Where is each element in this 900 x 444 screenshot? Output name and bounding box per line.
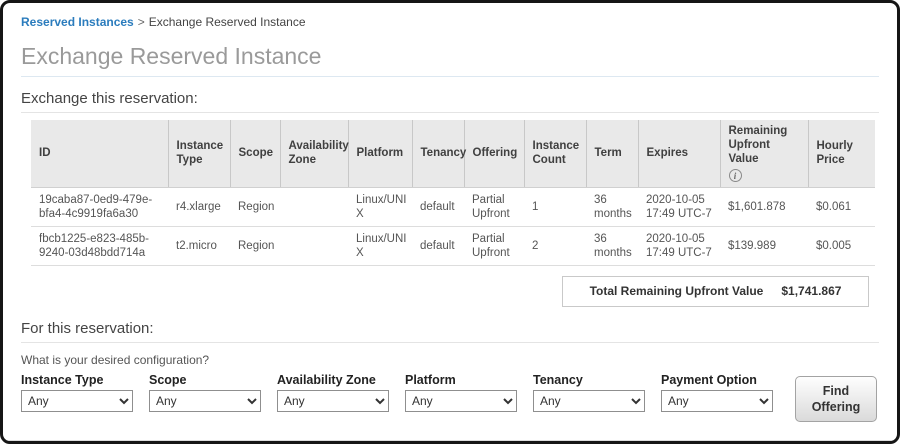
cell-instance-type: r4.xlarge [168,187,230,227]
column-header-remaining-upfront-value-label: Remaining Upfront Value [728,125,788,165]
table-row: fbcb1225-e823-485b-9240-03d48bdd714a t2.… [31,226,875,266]
table-header-row: ID Instance Type Scope Availability Zone… [31,120,875,188]
column-header-platform: Platform [347,120,412,188]
cell-hourly-price: $0.005 [808,226,875,266]
cell-tenancy: default [412,226,464,266]
cell-availability-zone [280,187,348,227]
cell-term: 36 months [586,187,638,227]
cell-expires: 2020-10-05 17:49 UTC-7 [638,226,720,266]
column-header-instance-type: Instance Type [167,120,230,188]
find-offering-button[interactable]: Find Offering [795,375,877,422]
cell-term: 36 months [586,226,638,266]
total-remaining-upfront-label: Total Remaining Upfront Value [589,284,764,298]
column-header-scope: Scope [229,120,280,188]
cell-hourly-price: $0.061 [808,187,875,227]
cell-instance-count: 2 [524,226,586,266]
configuration-form: Instance Type Any Scope Any Availability… [21,373,879,422]
breadcrumb-link-reserved-instances[interactable]: Reserved Instances [21,15,134,29]
payment-option-select[interactable]: Any [661,389,773,412]
total-remaining-upfront-value: $1,741.867 [781,284,842,298]
column-header-expires: Expires [637,120,720,188]
field-platform: Platform Any [405,373,533,412]
cell-id: fbcb1225-e823-485b-9240-03d48bdd714a [31,226,168,266]
exchange-section-heading: Exchange this reservation: [21,90,879,113]
breadcrumb-separator: > [137,15,145,29]
field-availability-zone: Availability Zone Any [277,373,405,412]
column-header-offering: Offering [463,120,524,188]
cell-offering: Partial Upfront [464,187,524,227]
reservation-section-heading: For this reservation: [21,320,879,343]
cell-instance-count: 1 [524,187,586,227]
info-icon[interactable]: i [728,169,742,182]
table-row: 19caba87-0ed9-479e-bfa4-4c9919fa6a30 r4.… [31,187,875,227]
cell-offering: Partial Upfront [464,226,524,266]
total-remaining-upfront-box: Total Remaining Upfront Value $1,741.867 [562,275,869,307]
platform-label: Platform [405,372,456,387]
field-tenancy: Tenancy Any [533,373,661,412]
desired-configuration-question: What is your desired configuration? [21,352,210,367]
column-header-id: ID [31,120,168,188]
cell-scope: Region [230,187,280,227]
cell-instance-type: t2.micro [168,226,230,266]
field-instance-type: Instance Type Any [21,373,149,412]
cell-tenancy: default [412,187,464,227]
breadcrumb: Reserved Instances > Exchange Reserved Ins… [21,15,879,30]
breadcrumb-current: Exchange Reserved Instance [148,15,306,29]
tenancy-select[interactable]: Any [533,389,645,412]
window: Reserved Instances > Exchange Reserved Ins… [0,0,900,444]
tenancy-label: Tenancy [533,372,583,387]
reservation-table: ID Instance Type Scope Availability Zone… [31,120,875,266]
column-header-instance-count: Instance Count [523,120,586,188]
footer: * Required Cancel Exchange [21,441,879,442]
column-header-remaining-upfront-value: Remaining Upfront Value i [719,120,808,188]
payment-option-label: Payment Option [661,372,757,387]
cell-id: 19caba87-0ed9-479e-bfa4-4c9919fa6a30 [31,187,168,227]
field-scope: Scope Any [149,373,277,412]
availability-zone-label: Availability Zone [277,372,376,387]
cell-remaining-upfront-value: $1,601.878 [720,187,808,227]
cell-remaining-upfront-value: $139.989 [720,226,808,266]
cell-expires: 2020-10-05 17:49 UTC-7 [638,187,720,227]
cell-platform: Linux/UNIX [348,187,412,227]
column-header-term: Term [585,120,638,188]
cell-platform: Linux/UNIX [348,226,412,266]
cell-scope: Region [230,226,280,266]
column-header-tenancy: Tenancy [411,120,466,188]
scope-label: Scope [149,372,187,387]
field-payment-option: Payment Option Any [661,373,789,412]
page-title: Exchange Reserved Instance [21,43,879,77]
column-header-hourly-price: Hourly Price [807,120,875,188]
platform-select[interactable]: Any [405,389,517,412]
column-header-availability-zone: Availability Zone [279,120,349,188]
availability-zone-select[interactable]: Any [277,389,389,412]
scope-select[interactable]: Any [149,389,261,412]
instance-type-select[interactable]: Any [21,389,133,412]
cell-availability-zone [280,226,348,266]
instance-type-label: Instance Type [21,372,104,387]
